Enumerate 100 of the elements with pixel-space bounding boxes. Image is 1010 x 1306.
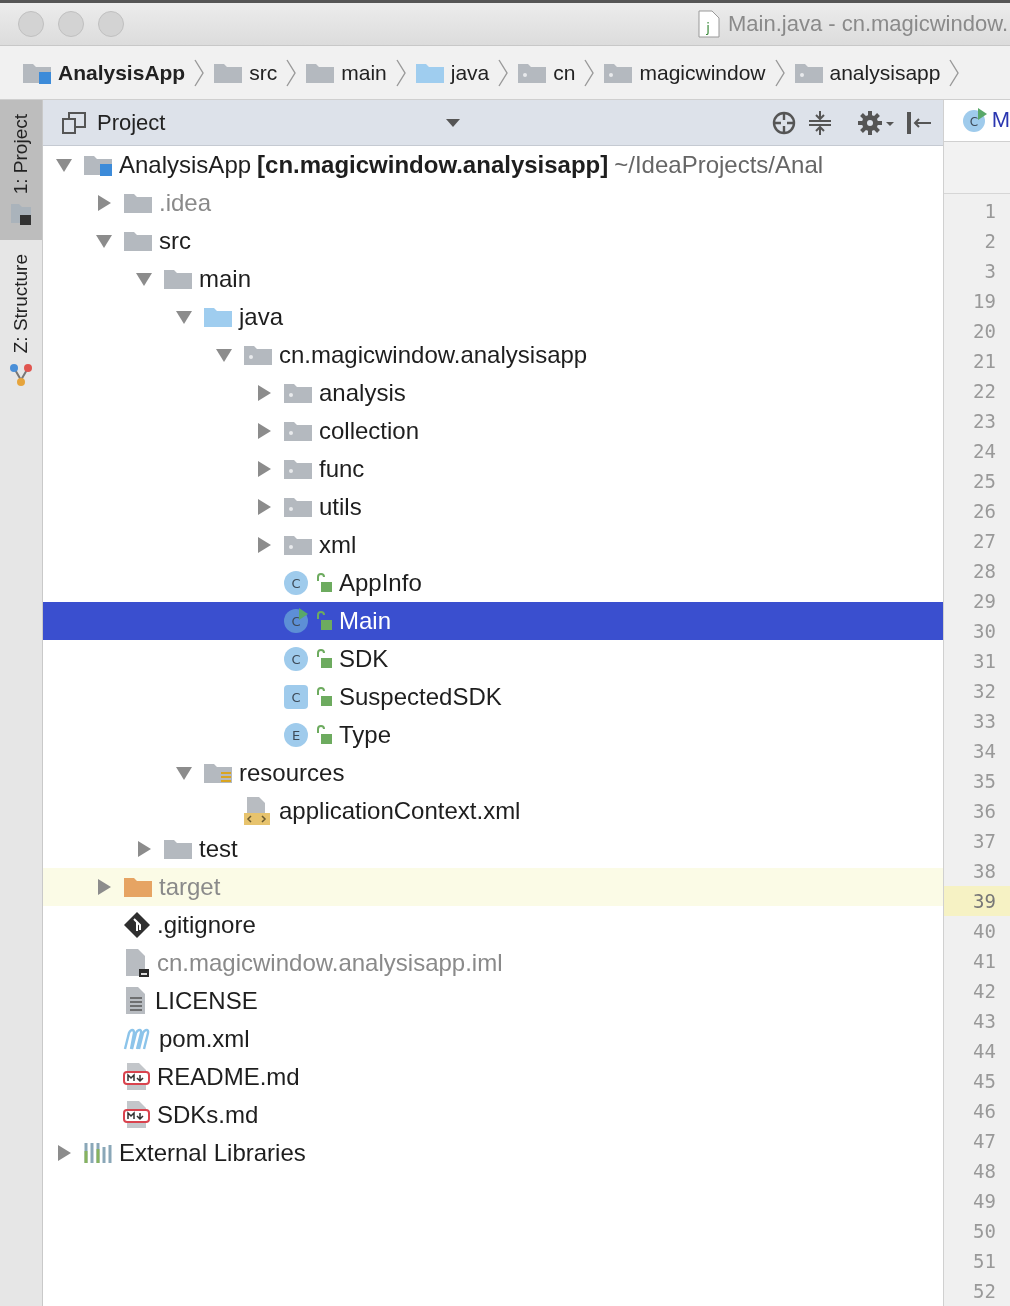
file-icon [123,948,151,978]
expand-arrow-icon[interactable] [215,346,233,364]
tree-item[interactable]: java [43,298,943,336]
tree-item[interactable]: README.md [43,1058,943,1096]
tree-item[interactable]: applicationContext.xml [43,792,943,830]
class-icon: C [283,608,309,634]
module-icon [22,61,52,84]
line-number: 29 [972,589,997,614]
folder-icon [213,61,244,84]
line-number: 3 [983,259,997,284]
expand-arrow-icon[interactable] [175,308,193,326]
line-number: 2 [983,229,997,254]
tree-item[interactable]: AnalysisApp [cn.magicwindow.analysisapp] ~/IdeaProjects/Anal [43,146,943,184]
lock-icon [315,573,333,593]
class-icon: C [283,684,309,710]
class-icon: C [961,107,988,134]
tree-item[interactable]: C Main [43,602,943,640]
tree-item[interactable]: src [43,222,943,260]
settings-icon[interactable] [856,109,895,136]
tree-item[interactable]: func [43,450,943,488]
collapse-arrow-icon[interactable] [255,460,273,478]
tree-item[interactable]: main [43,260,943,298]
collapse-arrow-icon[interactable] [255,498,273,516]
structure-icon [9,361,33,388]
breadcrumb-item[interactable]: cn [513,60,580,85]
line-number: 43 [972,1009,997,1034]
breadcrumb-item[interactable]: main [301,60,391,85]
tree-item[interactable]: resources [43,754,943,792]
line-number: 19 [972,289,997,314]
tree-item[interactable]: cn.magicwindow.analysisapp [43,336,943,374]
folder-icon [203,306,233,328]
tree-item[interactable]: xml [43,526,943,564]
breadcrumb-item[interactable]: analysisapp [789,60,945,85]
breadcrumb-item[interactable]: java [410,60,494,85]
folder-icon [305,61,336,84]
markdown-icon [123,1100,151,1130]
folder-icon [203,762,233,784]
package-icon [517,61,548,84]
panel-title: Project [97,109,166,136]
tree-item[interactable]: test [43,830,943,868]
expand-arrow-icon[interactable] [135,270,153,288]
package-icon [603,61,634,84]
lock-icon [315,687,333,707]
line-number: 40 [972,919,997,944]
expand-arrow-icon[interactable] [55,156,73,174]
collapse-arrow-icon[interactable] [255,422,273,440]
line-number: 25 [972,469,997,494]
line-number: 36 [972,799,997,824]
tree-item[interactable]: C SDK [43,640,943,678]
line-number: 50 [972,1219,997,1244]
class-icon: C [283,570,309,596]
breadcrumb-item[interactable]: src [209,60,282,85]
chevron-icon [285,57,298,88]
hide-panel-icon[interactable] [904,109,933,136]
chevron-icon [394,57,407,88]
line-number: 34 [972,739,997,764]
collapse-arrow-icon[interactable] [55,1144,73,1162]
package-icon [283,458,313,480]
tree-item[interactable]: collection [43,412,943,450]
folder-icon [163,268,193,290]
folder-icon [123,876,153,898]
expand-arrow-icon[interactable] [95,232,113,250]
line-number: 27 [972,529,997,554]
git-icon [123,911,151,939]
line-number: 22 [972,379,997,404]
line-number: 24 [972,439,997,464]
collapse-all-icon[interactable] [806,109,833,136]
lock-icon [315,611,333,631]
breadcrumb-item[interactable]: AnalysisApp [18,60,190,85]
lock-icon [315,725,333,745]
tree-item[interactable]: analysis [43,374,943,412]
line-number: 35 [972,769,997,794]
tree-item[interactable]: utils [43,488,943,526]
line-number: 26 [972,499,997,524]
collapse-arrow-icon[interactable] [255,536,273,554]
locate-icon[interactable] [770,109,797,136]
collapse-arrow-icon[interactable] [135,840,153,858]
dropdown-caret-icon[interactable] [444,117,461,128]
line-number: 51 [972,1249,997,1274]
side-tab[interactable]: Z: Structure [0,240,42,402]
class-icon: E [283,722,309,748]
tree-item[interactable]: .gitignore [43,906,943,944]
tree-item[interactable]: External Libraries [43,1134,943,1172]
tree-item[interactable]: E Type [43,716,943,754]
collapse-arrow-icon[interactable] [255,384,273,402]
breadcrumb-item[interactable]: magicwindow [599,60,770,85]
line-number: 47 [972,1129,997,1154]
package-icon [283,420,313,442]
tree-item[interactable]: pom.xml [43,1020,943,1058]
line-number: 37 [972,829,997,854]
tree-item[interactable]: SDKs.md [43,1096,943,1134]
expand-arrow-icon[interactable] [175,764,193,782]
side-tab[interactable]: 1: Project [0,100,42,241]
chevron-icon [193,57,206,88]
tree-item[interactable]: LICENSE [43,982,943,1020]
collapse-arrow-icon[interactable] [95,878,113,896]
collapse-arrow-icon[interactable] [95,194,113,212]
chevron-icon [773,57,786,88]
tree-item[interactable]: C SuspectedSDK [43,678,943,716]
tree-item[interactable]: C AppInfo [43,564,943,602]
